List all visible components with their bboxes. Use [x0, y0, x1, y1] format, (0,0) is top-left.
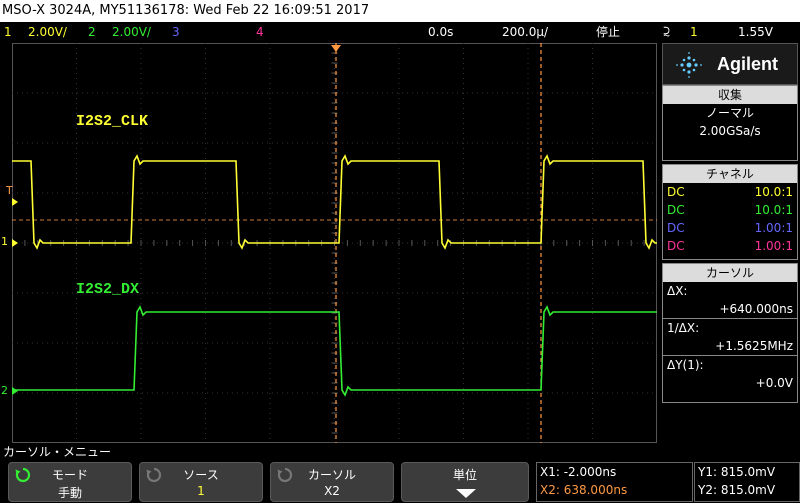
inv-delta-x-value: +1.5625MHz [663, 337, 797, 356]
channels-box: チャネル DC 10.0:1 DC 10.0:1 DC 1.00:1 DC 1.00:1 [662, 164, 798, 260]
run-state: 停止 [596, 25, 621, 39]
units-softkey[interactable]: 単位 [401, 462, 529, 502]
units-label: 単位 [452, 468, 477, 482]
channel-row-2: DC 10.0:1 [667, 203, 793, 217]
cursor-value: X2 [324, 484, 340, 498]
side-panel: Agilent 収集 ノーマル 2.00GSa/s チャネル DC 10.0:1 … [660, 43, 800, 443]
channel-row-1: DC 10.0:1 [667, 185, 793, 199]
acquire-header: 収集 [663, 86, 797, 104]
dx-trace [12, 305, 657, 397]
down-arrow-icon [456, 489, 476, 498]
ch1-number[interactable]: 1 [4, 22, 12, 42]
ch1-ground-marker[interactable]: 1 [1, 235, 8, 248]
ch2-ground-arrow [12, 387, 18, 395]
x1-readout: X1: -2.000ns [540, 465, 617, 479]
source-softkey[interactable]: ソース 1 [139, 462, 263, 502]
mode-value: 手動 [57, 486, 82, 500]
delta-y-label: ΔY(1): [667, 358, 704, 372]
mode-label: モード [51, 468, 88, 482]
cursor-softkey[interactable]: カーソル X2 [270, 462, 394, 502]
trigger-edge-icon: ⫈ [663, 25, 671, 39]
clk-label: I2S2_CLK [76, 113, 149, 130]
trigger-source: 1 [690, 25, 698, 39]
time-scale: 200.0µ/ [502, 25, 549, 39]
y1-readout: Y1: 815.0mV [698, 465, 776, 479]
dx-label: I2S2_DX [76, 281, 140, 298]
window-title: MSO-X 3024A, MY51136178: Wed Feb 22 16:0… [0, 0, 800, 22]
ch4-number[interactable]: 4 [256, 22, 264, 42]
x-cursor-readout: X1: -2.000ns X2: 638.000ns [536, 462, 693, 502]
delta-x-label: ΔX: [667, 284, 688, 298]
delta-x-value: +640.000ns [663, 300, 797, 319]
clk-trace [12, 154, 657, 250]
brand-box: Agilent [662, 43, 798, 85]
ch2-scale: 2.00V/ [112, 25, 151, 39]
mode-softkey[interactable]: モード 手動 [8, 462, 132, 502]
inv-delta-x-label: 1/ΔX: [667, 321, 700, 335]
status-bar: 1 2.00V/ 2 2.00V/ 3 4 0.0s 200.0µ/ 停止 ⫈ … [0, 22, 800, 42]
source-value: 1 [197, 484, 205, 498]
trigger-position-icon [331, 45, 341, 52]
y2-readout: Y2: 815.0mV [698, 483, 776, 497]
time-position: 0.0s [428, 25, 454, 39]
cursor-label: カーソル [307, 468, 356, 482]
delta-y-value: +0.0V [755, 376, 793, 390]
brand-name: Agilent [717, 54, 778, 74]
channel-row-3: DC 1.00:1 [667, 221, 793, 235]
acquire-box: 収集 ノーマル 2.00GSa/s [662, 85, 798, 161]
cursor-box: カーソル ΔX: +640.000ns 1/ΔX: +1.5625MHz ΔY(… [662, 263, 798, 403]
waveform-display[interactable]: I2S2_CLK I2S2_DX [12, 43, 657, 443]
ch3-number[interactable]: 3 [172, 22, 180, 42]
y-cursor-readout: Y1: 815.0mV Y2: 815.0mV [694, 462, 800, 502]
trigger-level: 1.55V [738, 25, 773, 39]
source-label: ソース [183, 468, 219, 482]
waveform-svg [12, 43, 657, 443]
ch1-ground-arrow [12, 239, 18, 247]
trigger-level-arrow [12, 198, 18, 206]
ch1-scale: 2.00V/ [28, 25, 67, 39]
trigger-marker: T [6, 184, 13, 197]
ch2-ground-marker[interactable]: 2 [1, 384, 8, 397]
x2-readout: X2: 638.000ns [540, 483, 628, 497]
sample-rate: 2.00GSa/s [699, 124, 761, 138]
channel-row-4: DC 1.00:1 [667, 239, 793, 253]
menu-title: カーソル・メニュー [3, 445, 112, 459]
channels-header: チャネル [663, 165, 797, 183]
cursor-header: カーソル [663, 264, 797, 282]
ch2-number[interactable]: 2 [88, 22, 96, 42]
acquire-mode: ノーマル [705, 106, 754, 120]
spark-logo-icon [676, 52, 702, 78]
